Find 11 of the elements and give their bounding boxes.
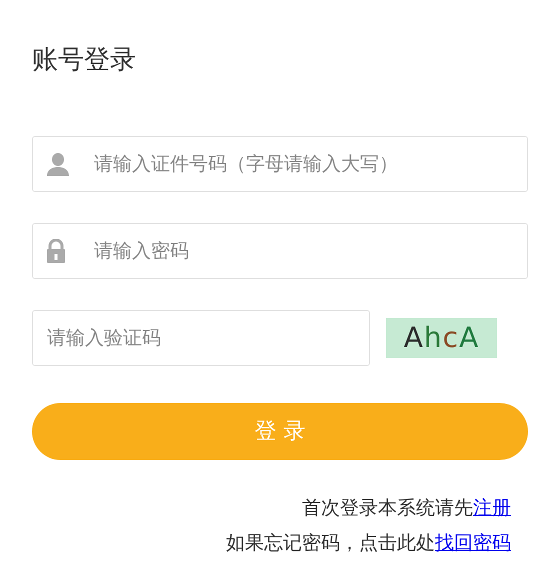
lock-icon	[46, 239, 66, 263]
captcha-field[interactable]: 请输入验证码	[32, 310, 370, 366]
link[interactable]: 找回密码	[435, 532, 511, 554]
hint-text: 首次登录本系统请先注册	[301, 496, 511, 521]
password-field[interactable]: 请输入密码	[32, 223, 528, 279]
hint-text: 如果忘记密码，点击此处找回密码	[225, 531, 511, 556]
id-number-field[interactable]: 请输入证件号码（字母请输入大写）	[32, 136, 528, 192]
form-title: 账号登录	[32, 44, 137, 77]
user-icon	[46, 152, 70, 176]
captcha-image[interactable]: AhcA	[386, 318, 497, 358]
link[interactable]: 注册	[473, 497, 511, 519]
